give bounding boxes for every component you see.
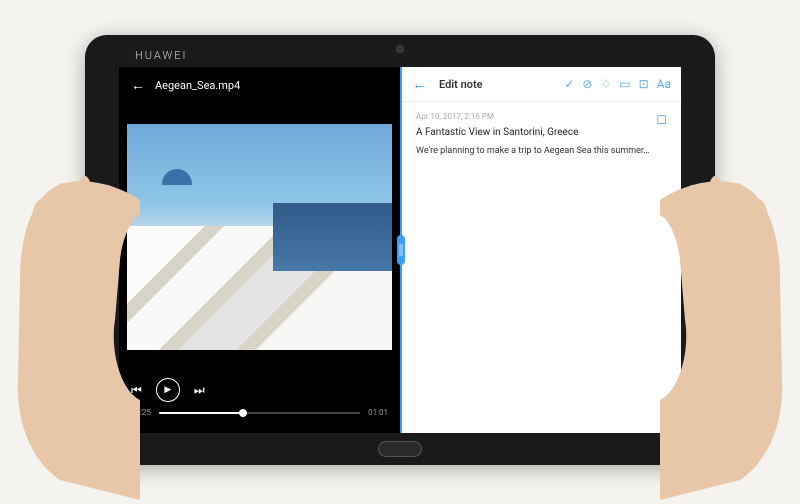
- clock-icon[interactable]: ⊘: [582, 77, 592, 91]
- text-style-button[interactable]: Aa: [657, 77, 671, 91]
- bell-icon[interactable]: ♢: [600, 77, 611, 91]
- current-time: 00:25: [131, 408, 151, 417]
- video-title: Aegean_Sea.mp4: [155, 79, 240, 92]
- image-icon[interactable]: ▭: [619, 77, 630, 91]
- bookmark-icon[interactable]: ◻: [656, 112, 667, 127]
- progress-bar[interactable]: [159, 412, 360, 414]
- previous-track-icon[interactable]: ⏮: [131, 383, 142, 398]
- video-frame[interactable]: [127, 124, 392, 350]
- note-back-icon[interactable]: ←: [412, 75, 427, 93]
- video-player-pane: ← Aegean_Sea.mp4 ⏮ ▶ ⏭ 00:25: [119, 67, 400, 433]
- camera-icon[interactable]: ⊡: [639, 77, 649, 91]
- note-editor-pane: ← Edit note ✓ ⊘ ♢ ▭ ⊡ Aa ◻ Apr 10, 2017,…: [400, 67, 681, 433]
- next-track-icon[interactable]: ⏭: [194, 383, 205, 398]
- note-headline: A Fantastic View in Santorini, Greece: [416, 127, 667, 138]
- progress-thumb[interactable]: [239, 409, 247, 417]
- video-header: ← Aegean_Sea.mp4: [119, 67, 400, 104]
- back-arrow-icon[interactable]: ←: [131, 77, 145, 94]
- device-brand: HUAWEI: [135, 49, 187, 62]
- note-text: We're planning to make a trip to Aegean …: [416, 146, 667, 156]
- note-header: ← Edit note ✓ ⊘ ♢ ▭ ⊡ Aa: [402, 67, 681, 102]
- play-button[interactable]: ▶: [156, 378, 180, 402]
- note-body[interactable]: ◻ Apr 10, 2017, 2:16 PM A Fantastic View…: [402, 102, 681, 166]
- front-camera: [396, 45, 404, 53]
- total-time: 01:01: [368, 408, 388, 417]
- split-handle[interactable]: [397, 235, 405, 265]
- note-toolbar: ✓ ⊘ ♢ ▭ ⊡ Aa: [564, 77, 671, 91]
- home-button[interactable]: [378, 441, 422, 457]
- video-controls: ⏮ ▶ ⏭ 00:25 01:01: [119, 370, 400, 433]
- check-icon[interactable]: ✓: [564, 77, 574, 91]
- screen: ← Aegean_Sea.mp4 ⏮ ▶ ⏭ 00:25: [119, 67, 681, 433]
- note-date: Apr 10, 2017, 2:16 PM: [416, 112, 667, 121]
- tablet-device: HUAWEI ← Aegean_Sea.mp4 ⏮ ▶ ⏭ 00:25: [85, 35, 715, 465]
- note-header-title: Edit note: [439, 78, 556, 91]
